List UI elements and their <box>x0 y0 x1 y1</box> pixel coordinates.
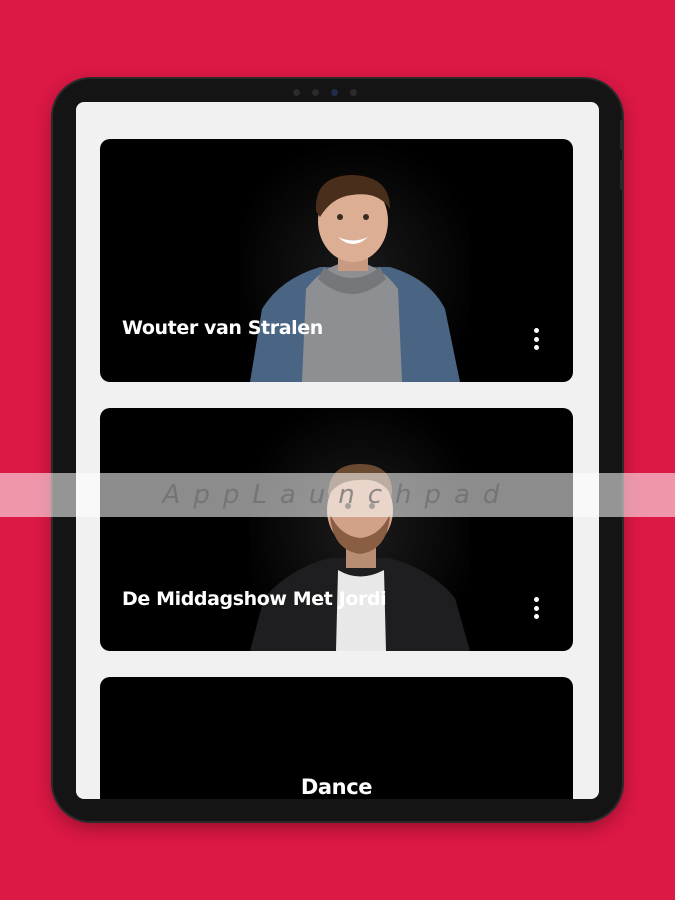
presenter-photo <box>240 139 470 382</box>
app-screen: Wouter van Stralen De Middagshow Met Jor… <box>76 102 599 799</box>
watermark-text: AppLaunchpad <box>162 480 513 510</box>
card-title: Wouter van Stralen <box>122 317 323 339</box>
sensor-dot <box>350 89 357 96</box>
front-camera-array <box>293 89 357 96</box>
sensor-dot <box>293 89 300 96</box>
presenter-photo <box>250 408 470 651</box>
volume-up-button <box>620 120 624 150</box>
camera-lens-icon <box>331 89 338 96</box>
sensor-dot <box>312 89 319 96</box>
card-title: De Middagshow Met Jordi <box>122 588 387 610</box>
watermark-banner: AppLaunchpad <box>0 473 675 517</box>
volume-down-button <box>620 160 624 190</box>
card-title: Dance <box>300 775 373 799</box>
program-card-dance[interactable]: Dance <box>100 677 573 799</box>
more-vertical-icon[interactable] <box>529 328 543 350</box>
tablet-device-frame: Wouter van Stralen De Middagshow Met Jor… <box>53 79 622 821</box>
more-vertical-icon[interactable] <box>529 597 543 619</box>
program-card-wouter[interactable]: Wouter van Stralen <box>100 139 573 382</box>
program-card-middagshow[interactable]: De Middagshow Met Jordi <box>100 408 573 651</box>
